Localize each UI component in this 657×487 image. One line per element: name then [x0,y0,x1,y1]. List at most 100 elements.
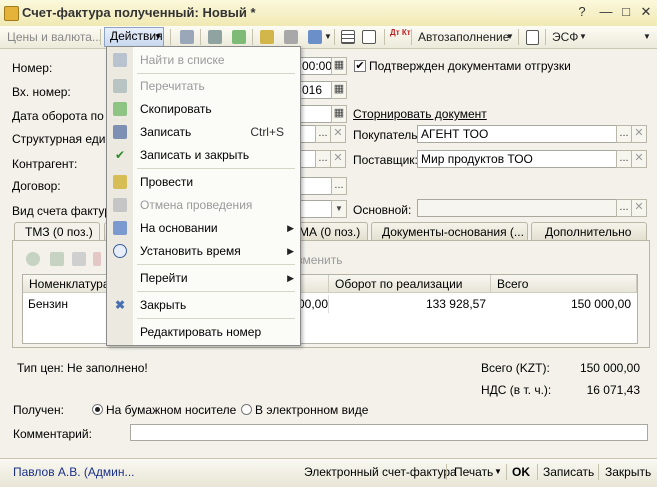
esf-button[interactable]: ЭСФ [552,29,578,45]
submenu-arrow-icon: ▶ [287,223,294,233]
tab-additional[interactable]: Дополнительно [531,222,647,241]
close-window-button[interactable]: ✕ [638,4,654,20]
reverse-document-link[interactable]: Сторнировать документ [353,107,487,121]
clear-icon[interactable]: ✕ [631,125,647,143]
buyer-label: Покупатель: [353,128,421,142]
menu-separator [137,318,295,319]
add-row-icon[interactable] [26,252,40,266]
tab-nma[interactable]: МА (0 поз.) [290,222,368,241]
vat-value: 16 071,43 [586,383,640,397]
menu-item-save[interactable]: Записать Ctrl+S [107,121,300,143]
submenu-arrow-icon: ▶ [287,273,294,283]
confirmed-checkbox[interactable]: ✔ [354,60,366,72]
menu-item-copy[interactable]: Скопировать [107,98,300,120]
select-button[interactable]: ... [616,125,632,143]
close-icon: ✖ [114,298,126,312]
menu-item-go-to[interactable]: Перейти ▶ [107,267,300,289]
toolbar-icons: ▼ Дт Кт Автозаполнение ▼ ЭСФ ▼ ▼ [0,26,657,48]
buyer-field[interactable]: АГЕНТ ТОО [417,125,617,143]
window-title: Счет-фактура полученный: Новый * [22,5,256,20]
copy-icon[interactable] [232,30,246,44]
save-button[interactable]: Записать [543,465,594,479]
clear-icon[interactable]: ✕ [330,150,346,168]
footer-bar: Павлов А.В. (Админ... Электронный счет-ф… [0,458,657,487]
minimize-button[interactable]: — [598,4,614,20]
menu-item-reread[interactable]: Перечитать [107,75,300,97]
maximize-button[interactable]: □ [618,4,634,20]
electronic-radio[interactable] [241,404,252,415]
post-icon[interactable] [260,30,274,44]
menu-item-post[interactable]: Провести [107,171,300,193]
clear-icon[interactable]: ✕ [330,125,346,143]
author-link[interactable]: Павлов А.В. (Админ... [13,465,135,479]
menu-item-label: Перечитать [140,79,205,93]
received-label: Получен: [13,403,64,417]
paper-radio[interactable] [92,404,103,415]
ok-button[interactable]: OK [512,465,530,479]
confirmed-label: Подтвержден документами отгрузки [369,59,571,73]
select-button[interactable]: ... [331,177,347,195]
menu-item-edit-number[interactable]: Редактировать номер [107,321,300,343]
menu-item-label: На основании [140,221,218,235]
invoice-kind-label: Вид счета фактуры [12,204,120,218]
footer-separator [537,464,538,480]
main-field[interactable] [417,199,617,217]
autofill-button[interactable]: Автозаполнение [418,29,509,45]
document-icon[interactable] [526,30,539,45]
toolbar-separator [545,29,546,45]
supplier-field[interactable]: Мир продуктов ТОО [417,150,617,168]
change-button[interactable]: зменить [297,253,343,267]
edit-row-icon[interactable] [72,252,86,266]
find-in-list-icon [113,53,127,67]
reread-icon[interactable] [208,30,222,44]
counterparty-label: Контрагент: [12,157,78,171]
calendar-icon[interactable]: ▦ [331,57,347,75]
post-icon [113,175,127,189]
clear-icon[interactable]: ✕ [631,199,647,217]
esf-link[interactable]: Электронный счет-фактура [304,465,457,479]
toolbar-separator [334,29,335,45]
chevron-down-icon[interactable]: ▼ [324,29,332,45]
close-button[interactable]: Закрыть [605,465,651,479]
checklist-icon[interactable] [362,30,376,44]
tab-tmz[interactable]: ТМЗ (0 поз.) [14,222,100,241]
in-date-field[interactable]: 016 [298,81,332,99]
select-button[interactable]: ... [616,150,632,168]
delete-row-icon[interactable] [93,252,101,266]
dt-kt-icon[interactable]: Дт Кт [390,29,411,45]
comment-field[interactable] [130,424,648,441]
contract-field[interactable] [298,177,332,195]
select-button[interactable]: ... [315,150,331,168]
turnover-date-field[interactable] [298,105,332,123]
toolbar-more-icon[interactable]: ▼ [643,29,651,45]
list-icon[interactable] [341,30,355,44]
electronic-radio-label: В электронном виде [255,403,369,417]
select-button[interactable]: ... [315,125,331,143]
calendar-icon[interactable]: ▦ [331,105,347,123]
clear-icon[interactable]: ✕ [631,150,647,168]
number-date-field[interactable]: 00:00 [298,57,332,75]
chevron-down-icon[interactable]: ▼ [331,200,347,218]
calendar-icon[interactable]: ▦ [331,81,347,99]
menu-item-based-on[interactable]: На основании ▶ [107,217,300,239]
help-button[interactable]: ? [574,4,590,20]
select-button[interactable]: ... [616,199,632,217]
menu-item-unpost[interactable]: Отмена проведения [107,194,300,216]
unpost-icon [113,198,127,212]
find-in-list-icon[interactable] [180,30,194,44]
menu-item-label: Записать [140,125,192,139]
print-button[interactable]: Печать [454,465,493,479]
invoice-kind-field[interactable] [298,200,332,218]
tab-documents[interactable]: Документы-основания (... [371,222,528,241]
based-on-icon[interactable] [308,30,322,44]
menu-item-close[interactable]: ✖ Закрыть [107,294,300,316]
copy-row-icon[interactable] [50,252,64,266]
based-on-icon [113,221,127,235]
menu-item-find-in-list[interactable]: Найти в списке [107,49,300,71]
cell-total: 150 000,00 [570,297,631,311]
unpost-icon[interactable] [284,30,298,44]
menu-item-save-close[interactable]: ✔ Записать и закрыть [107,144,300,166]
menu-item-set-time[interactable]: Установить время ▶ [107,240,300,262]
total-value: 150 000,00 [579,361,640,375]
menu-separator [137,73,295,74]
